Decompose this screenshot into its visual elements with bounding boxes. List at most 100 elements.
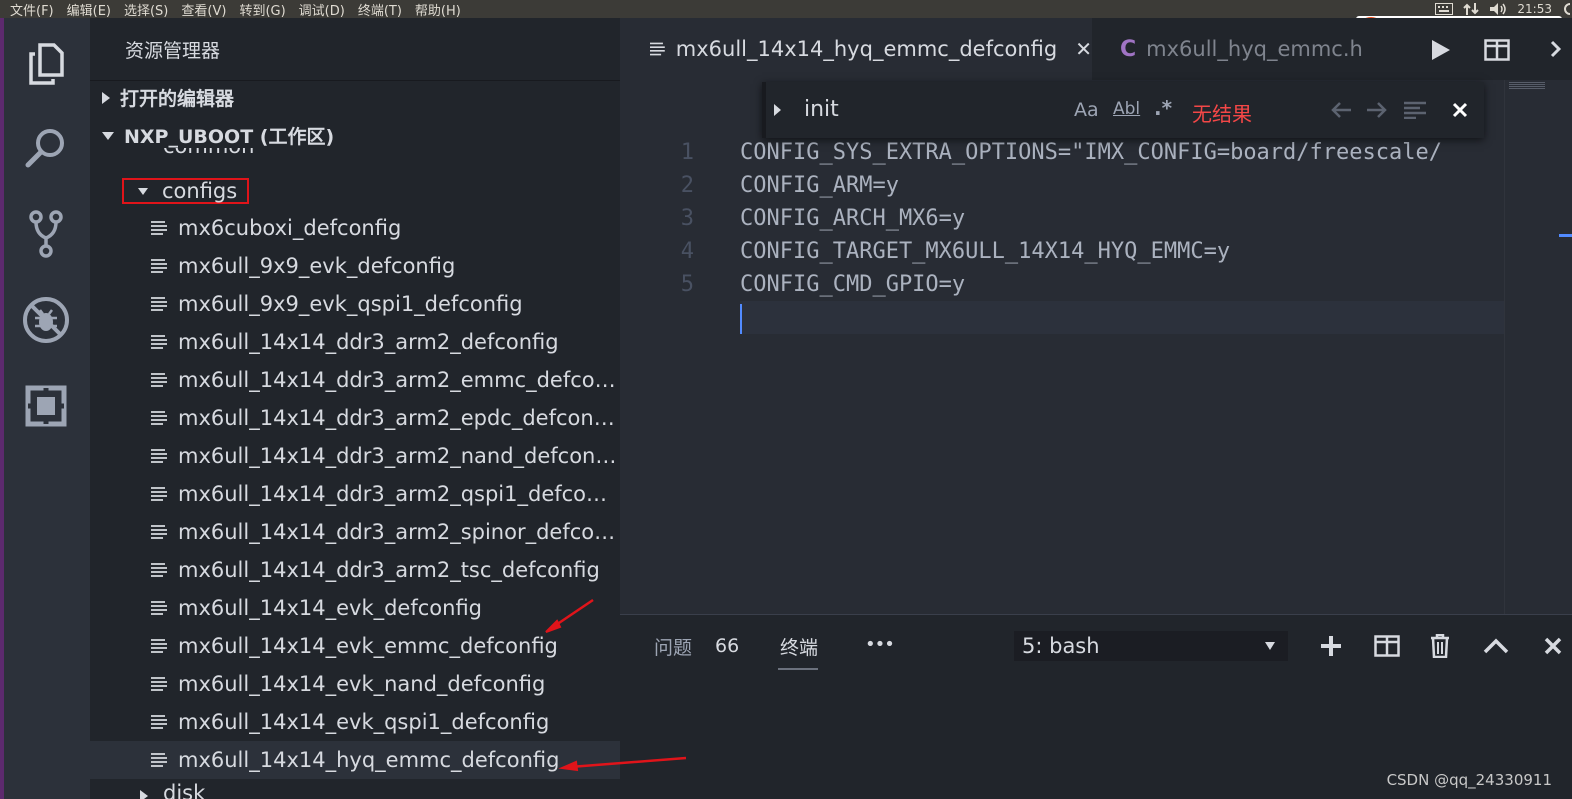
- close-panel-icon[interactable]: [1544, 637, 1562, 655]
- menu-go[interactable]: 转到(G): [239, 0, 285, 19]
- gear-icon[interactable]: [1562, 2, 1570, 16]
- match-case-toggle[interactable]: Aa: [1074, 99, 1099, 121]
- minimap[interactable]: [1504, 80, 1572, 614]
- file-tree-item[interactable]: mx6ull_14x14_hyq_emmc_defconfig: [90, 741, 620, 779]
- watermark: CSDN @qq_24330911: [1386, 771, 1552, 789]
- file-tree-item-label: mx6ull_14x14_evk_qspi1_defconfig: [178, 710, 550, 734]
- panel-more-icon[interactable]: •••: [865, 634, 895, 655]
- activity-bar: [0, 18, 90, 799]
- file-tree-item[interactable]: mx6ull_14x14_ddr3_arm2_nand_defconfig: [90, 437, 620, 475]
- clock[interactable]: 21:53: [1517, 2, 1552, 16]
- file-tree-item[interactable]: mx6ull_14x14_ddr3_arm2_epdc_defconfig: [90, 399, 620, 437]
- line-number: 4: [680, 239, 694, 264]
- find-in-selection-icon[interactable]: [1404, 101, 1426, 119]
- whole-word-toggle[interactable]: Abl: [1113, 99, 1140, 119]
- file-tree-item-label: mx6ull_14x14_ddr3_arm2_epdc_defconfig: [178, 406, 618, 430]
- file-tree-item-label: mx6ull_9x9_evk_qspi1_defconfig: [178, 292, 523, 316]
- close-icon[interactable]: [1452, 102, 1468, 118]
- problems-count: 66: [715, 635, 740, 657]
- network-icon[interactable]: [1463, 2, 1480, 16]
- file-tree-item[interactable]: mx6ull_14x14_ddr3_arm2_defconfig: [90, 323, 620, 361]
- file-tree-item-label: mx6ull_14x14_ddr3_arm2_emmc_defcon...: [178, 368, 618, 392]
- file-tree-item[interactable]: mx6cuboxi_defconfig: [90, 209, 620, 247]
- tab-header-file[interactable]: C mx6ull_hyq_emmc.h: [1094, 18, 1404, 80]
- file-tree-item[interactable]: mx6ull_14x14_evk_qspi1_defconfig: [90, 703, 620, 741]
- toggle-replace-icon[interactable]: [773, 103, 783, 117]
- sidebar-divider: [90, 80, 620, 81]
- menu-selection[interactable]: 选择(S): [124, 0, 168, 19]
- chevron-down-icon: [102, 131, 114, 140]
- keyboard-icon[interactable]: [1435, 3, 1454, 15]
- file-tree-item[interactable]: mx6ull_14x14_evk_nand_defconfig: [90, 665, 620, 703]
- file-lines-icon: [151, 411, 167, 425]
- volume-icon[interactable]: [1489, 2, 1507, 16]
- dropdown-arrow-icon: [1265, 642, 1275, 650]
- line-number: 1: [680, 140, 694, 165]
- open-editors-section[interactable]: 打开的编辑器: [102, 84, 234, 111]
- plus-icon[interactable]: [1320, 635, 1342, 657]
- menu-help[interactable]: 帮助(H): [415, 0, 461, 19]
- menu-debug[interactable]: 调试(D): [299, 0, 345, 19]
- file-tree-item-label: mx6ull_14x14_evk_nand_defconfig: [178, 672, 546, 696]
- search-icon[interactable]: [22, 124, 70, 172]
- editor-area: mx6ull_14x14_hyq_emmc_defconfig ✕ C mx6u…: [620, 18, 1572, 614]
- overview-ruler-marker: [1559, 234, 1572, 237]
- debug-icon[interactable]: [22, 296, 70, 344]
- file-lines-icon: [151, 487, 167, 501]
- file-tree-item[interactable]: mx6ull_14x14_ddr3_arm2_tsc_defconfig: [90, 551, 620, 589]
- workspace-section[interactable]: NXP_UBOOT (工作区): [102, 122, 334, 149]
- chevron-right-icon: [140, 790, 148, 799]
- file-tree-item[interactable]: mx6ull_14x14_ddr3_arm2_spinor_defcon...: [90, 513, 620, 551]
- tab-close-icon[interactable]: ✕: [1075, 37, 1092, 61]
- c-file-icon: C: [1120, 36, 1137, 62]
- file-tree: mx6cuboxi_defconfig mx6ull_9x9_evk_defcon…: [90, 153, 620, 799]
- menu-edit[interactable]: 编辑(E): [67, 0, 111, 19]
- extensions-icon[interactable]: [22, 382, 70, 430]
- tab-terminal[interactable]: 终端: [780, 633, 818, 660]
- chevron-up-icon[interactable]: [1483, 638, 1509, 654]
- file-tree-item-label: mx6cuboxi_defconfig: [178, 216, 402, 240]
- source-control-icon[interactable]: [22, 210, 70, 258]
- regex-toggle[interactable]: .*: [1154, 96, 1172, 120]
- arrow-right-icon[interactable]: [1366, 101, 1388, 119]
- vscode-window: 文件(F) 编辑(E) 选择(S) 查看(V) 转到(G) 调试(D) 终端(T…: [0, 0, 1572, 799]
- folder-disk-partial[interactable]: disk: [90, 782, 620, 799]
- run-icon[interactable]: [1430, 38, 1452, 62]
- code-text: CONFIG_SYS_EXTRA_OPTIONS="IMX_CONFIG=boa…: [740, 140, 1442, 165]
- text-cursor: [740, 304, 742, 334]
- file-lines-icon: [151, 753, 167, 767]
- menu-file[interactable]: 文件(F): [10, 0, 54, 19]
- file-tree-item[interactable]: mx6ull_9x9_evk_qspi1_defconfig: [90, 285, 620, 323]
- terminal-select[interactable]: 5: bash: [1014, 631, 1288, 661]
- file-tree-item[interactable]: mx6ull_14x14_evk_emmc_defconfig: [90, 627, 620, 665]
- chevron-right-icon: [102, 91, 110, 104]
- code-text: CONFIG_TARGET_MX6ULL_14X14_HYQ_EMMC=y: [740, 239, 1231, 264]
- code-text: CONFIG_ARM=y: [740, 173, 899, 198]
- split-editor-icon[interactable]: [1484, 39, 1510, 61]
- explorer-icon[interactable]: [22, 40, 70, 88]
- file-tree-item-label: mx6ull_14x14_ddr3_arm2_qspi1_defconfig: [178, 482, 618, 506]
- file-lines-icon: [650, 42, 665, 56]
- line-number: 3: [680, 206, 694, 231]
- file-lines-icon: [151, 677, 167, 691]
- code-text: CONFIG_CMD_GPIO=y: [740, 272, 966, 297]
- file-tree-item[interactable]: mx6ull_9x9_evk_defconfig: [90, 247, 620, 285]
- file-lines-icon: [151, 449, 167, 463]
- file-tree-item[interactable]: mx6ull_14x14_ddr3_arm2_emmc_defcon...: [90, 361, 620, 399]
- split-terminal-icon[interactable]: [1374, 635, 1400, 657]
- trash-icon[interactable]: [1430, 634, 1450, 658]
- file-tree-item-label: mx6ull_14x14_evk_defconfig: [178, 596, 483, 620]
- tab-defconfig-label: mx6ull_14x14_hyq_emmc_defconfig: [675, 37, 1058, 61]
- arrow-left-icon[interactable]: [1330, 101, 1352, 119]
- tab-problems[interactable]: 问题: [654, 633, 692, 660]
- file-lines-icon: [151, 373, 167, 387]
- file-tree-item[interactable]: mx6ull_14x14_evk_defconfig: [90, 589, 620, 627]
- more-actions-icon[interactable]: [1550, 34, 1568, 64]
- file-tree-item[interactable]: mx6ull_14x14_ddr3_arm2_qspi1_defconfig: [90, 475, 620, 513]
- open-editors-label: 打开的编辑器: [120, 88, 235, 110]
- menu-view[interactable]: 查看(V): [181, 0, 226, 19]
- menu-terminal[interactable]: 终端(T): [358, 0, 402, 19]
- workspace-label: NXP_UBOOT (工作区): [124, 126, 335, 148]
- tab-defconfig[interactable]: mx6ull_14x14_hyq_emmc_defconfig ✕: [620, 18, 1092, 80]
- tab-bar: mx6ull_14x14_hyq_emmc_defconfig ✕ C mx6u…: [620, 18, 1572, 80]
